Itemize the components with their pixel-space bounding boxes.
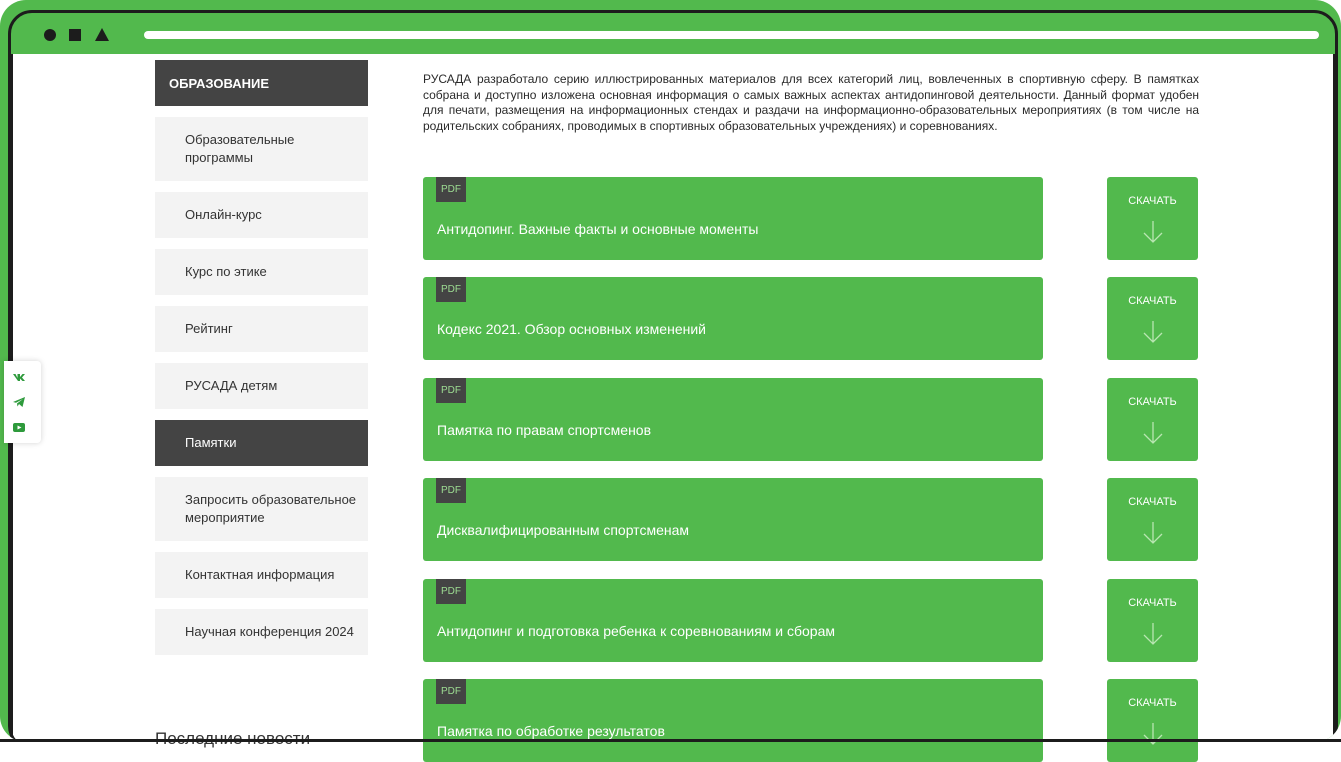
document-card[interactable]: PDF Памятка по обработке результатов — [423, 679, 1043, 762]
download-button[interactable]: СКАЧАТЬ — [1107, 478, 1198, 561]
document-title[interactable]: Дисквалифицированным спортсменам — [437, 522, 689, 538]
document-card[interactable]: PDF Кодекс 2021. Обзор основных изменени… — [423, 277, 1043, 360]
sidebar-item-request-event[interactable]: Запросить образовательное мероприятие — [155, 477, 368, 541]
download-label: СКАЧАТЬ — [1128, 195, 1177, 207]
arrow-down-icon — [1143, 623, 1163, 645]
sidebar-item-label: Рейтинг — [185, 321, 233, 336]
download-button[interactable]: СКАЧАТЬ — [1107, 679, 1198, 762]
arrow-down-icon — [1143, 522, 1163, 544]
address-bar[interactable] — [144, 31, 1319, 39]
sidebar-nav: ОБРАЗОВАНИЕ Образовательные программы Он… — [155, 60, 368, 655]
sidebar-item-label: Контактная информация — [185, 567, 335, 582]
sidebar-item-rusada-kids[interactable]: РУСАДА детям — [155, 363, 368, 409]
download-button[interactable]: СКАЧАТЬ — [1107, 378, 1198, 461]
sidebar-item-rating[interactable]: Рейтинг — [155, 306, 368, 352]
download-label: СКАЧАТЬ — [1128, 396, 1177, 408]
sidebar-item-contacts[interactable]: Контактная информация — [155, 552, 368, 598]
window-titlebar — [0, 0, 1341, 54]
document-title[interactable]: Антидопинг и подготовка ребенка к соревн… — [437, 623, 835, 639]
social-links — [4, 361, 41, 443]
window-triangle-control[interactable] — [95, 28, 109, 41]
sidebar-item-online-course[interactable]: Онлайн-курс — [155, 192, 368, 238]
download-label: СКАЧАТЬ — [1128, 295, 1177, 307]
sidebar-item-label: РУСАДА детям — [185, 378, 278, 393]
download-label: СКАЧАТЬ — [1128, 496, 1177, 508]
pdf-badge: PDF — [436, 679, 466, 704]
document-title[interactable]: Кодекс 2021. Обзор основных изменений — [437, 321, 706, 337]
sidebar-item-memos[interactable]: Памятки — [155, 420, 368, 466]
pdf-badge: PDF — [436, 277, 466, 302]
pdf-badge: PDF — [436, 177, 466, 202]
download-button[interactable]: СКАЧАТЬ — [1107, 579, 1198, 662]
sidebar-item-label: Образовательные программы — [185, 132, 295, 165]
youtube-icon[interactable] — [12, 421, 26, 433]
sidebar-item-label: Онлайн-курс — [185, 207, 262, 222]
document-card[interactable]: PDF Антидопинг и подготовка ребенка к со… — [423, 579, 1043, 662]
download-label: СКАЧАТЬ — [1128, 597, 1177, 609]
sidebar-item-education-programs[interactable]: Образовательные программы — [155, 117, 368, 181]
document-title[interactable]: Антидопинг. Важные факты и основные моме… — [437, 221, 758, 237]
pdf-badge: PDF — [436, 579, 466, 604]
arrow-down-icon — [1143, 723, 1163, 745]
document-card[interactable]: PDF Дисквалифицированным спортсменам — [423, 478, 1043, 561]
telegram-icon[interactable] — [12, 396, 26, 408]
sidebar-item-label: Курс по этике — [185, 264, 267, 279]
download-button[interactable]: СКАЧАТЬ — [1107, 277, 1198, 360]
document-card[interactable]: PDF Антидопинг. Важные факты и основные … — [423, 177, 1043, 260]
download-button[interactable]: СКАЧАТЬ — [1107, 177, 1198, 260]
sidebar-header: ОБРАЗОВАНИЕ — [155, 60, 368, 106]
pdf-badge: PDF — [436, 478, 466, 503]
document-card[interactable]: PDF Памятка по правам спортсменов — [423, 378, 1043, 461]
document-title[interactable]: Памятка по правам спортсменов — [437, 422, 651, 438]
sidebar-item-conference-2024[interactable]: Научная конференция 2024 — [155, 609, 368, 655]
arrow-down-icon — [1143, 321, 1163, 343]
sidebar-item-label: Научная конференция 2024 — [185, 624, 354, 639]
sidebar-item-label: Памятки — [185, 435, 237, 450]
document-title[interactable]: Памятка по обработке результатов — [437, 723, 665, 739]
sidebar-item-label: Запросить образовательное мероприятие — [185, 492, 357, 525]
download-label: СКАЧАТЬ — [1128, 697, 1177, 709]
sidebar-item-ethics-course[interactable]: Курс по этике — [155, 249, 368, 295]
arrow-down-icon — [1143, 221, 1163, 243]
pdf-badge: PDF — [436, 378, 466, 403]
arrow-down-icon — [1143, 422, 1163, 444]
window-square-control[interactable] — [69, 29, 81, 41]
window-circle-control[interactable] — [44, 29, 56, 41]
intro-text: РУСАДА разработало серию иллюстрированны… — [423, 72, 1199, 133]
vk-icon[interactable] — [12, 371, 26, 383]
